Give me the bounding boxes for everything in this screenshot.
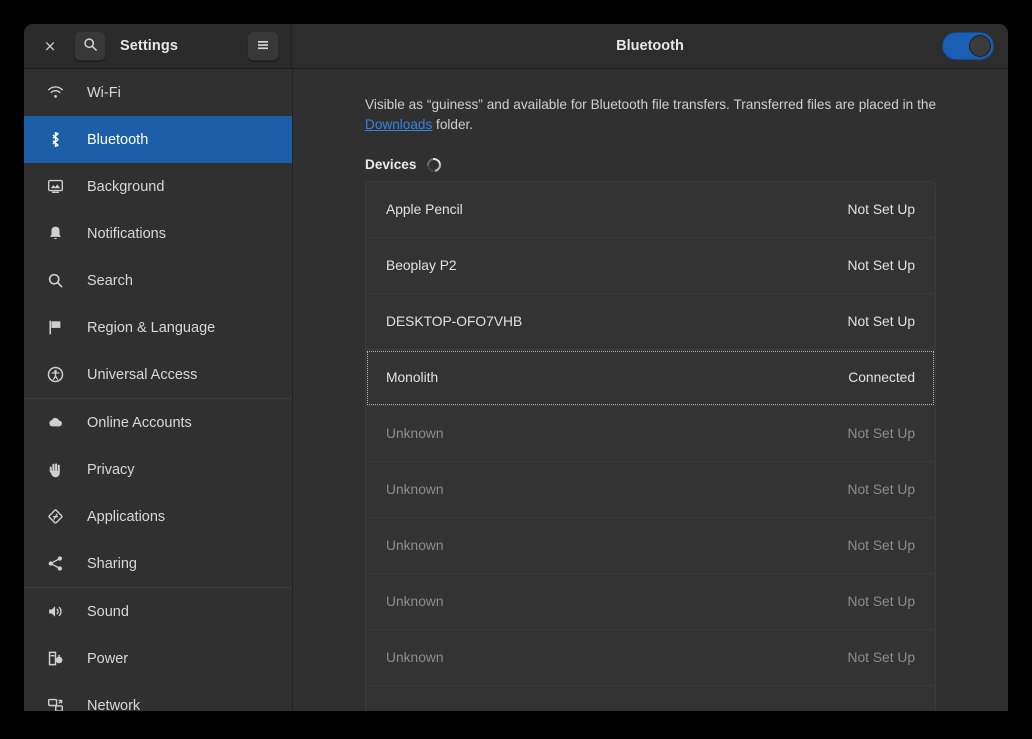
device-list: Apple Pencil Not Set Up Beoplay P2 Not Set … bbox=[365, 181, 936, 711]
toggle-knob bbox=[969, 35, 991, 57]
bluetooth-power-toggle[interactable] bbox=[942, 32, 994, 60]
settings-window: × Settings Bluetooth Wi-Fi Bluetooth Bac… bbox=[24, 24, 1008, 711]
sidebar-item-label: Online Accounts bbox=[87, 414, 192, 431]
sidebar-item-label: Search bbox=[87, 272, 133, 289]
sidebar-item-sound[interactable]: Sound bbox=[24, 588, 292, 635]
app-title: Settings bbox=[120, 38, 178, 54]
sidebar-item-label: Bluetooth bbox=[87, 131, 149, 148]
bluetooth-description: Visible as “guiness” and available for B… bbox=[365, 95, 936, 135]
loading-spinner-icon bbox=[424, 154, 445, 175]
close-icon: × bbox=[43, 36, 57, 55]
device-status: Not Set Up bbox=[847, 482, 915, 497]
device-status: Not Set Up bbox=[847, 314, 915, 329]
sidebar-item-universal-access[interactable]: Universal Access bbox=[24, 351, 292, 398]
device-name: Unknown bbox=[386, 538, 444, 553]
devices-label: Devices bbox=[365, 157, 417, 172]
sidebar-item-label: Applications bbox=[87, 508, 166, 525]
applications-icon bbox=[44, 507, 66, 527]
sidebar-item-label: Sound bbox=[87, 603, 129, 620]
device-status: Not Set Up bbox=[847, 650, 915, 665]
sidebar-item-background[interactable]: Background bbox=[24, 163, 292, 210]
hand-icon bbox=[44, 460, 66, 480]
search-icon bbox=[83, 37, 98, 55]
downloads-link[interactable]: Downloads bbox=[365, 117, 432, 132]
sidebar-item-wi-fi[interactable]: Wi-Fi bbox=[24, 69, 292, 116]
sidebar-item-privacy[interactable]: Privacy bbox=[24, 446, 292, 493]
cloud-icon bbox=[44, 413, 66, 433]
header-menu-wrap bbox=[247, 31, 291, 61]
device-row[interactable]: Unknown Not Set Up bbox=[366, 518, 935, 574]
device-row[interactable]: Apple Pencil Not Set Up bbox=[366, 182, 935, 238]
speaker-icon bbox=[44, 602, 66, 622]
header-right-section: Bluetooth bbox=[292, 24, 1008, 68]
device-row[interactable]: Beoplay P2 Not Set Up bbox=[366, 238, 935, 294]
device-status: Connected bbox=[848, 370, 915, 385]
sidebar-item-network[interactable]: Network bbox=[24, 682, 292, 711]
description-text-before: Visible as “guiness” and available for B… bbox=[365, 97, 936, 112]
hamburger-menu-icon bbox=[256, 39, 270, 54]
bluetooth-icon bbox=[44, 130, 66, 150]
main-menu-button[interactable] bbox=[247, 31, 279, 61]
sidebar-item-label: Region & Language bbox=[87, 319, 216, 336]
flag-icon bbox=[44, 318, 66, 338]
device-status: Not Set Up bbox=[847, 202, 915, 217]
sidebar-item-notifications[interactable]: Notifications bbox=[24, 210, 292, 257]
device-row[interactable]: Unknown Not Set Up bbox=[366, 630, 935, 686]
device-name: Unknown bbox=[386, 426, 444, 441]
devices-section-header: Devices bbox=[365, 154, 936, 175]
search-button[interactable] bbox=[74, 31, 106, 61]
panel-content: Visible as “guiness” and available for B… bbox=[293, 69, 1008, 711]
sidebar-item-sharing[interactable]: Sharing bbox=[24, 540, 292, 587]
device-row[interactable]: Unknown Not Set Up bbox=[366, 574, 935, 630]
device-name: Unknown bbox=[386, 650, 444, 665]
search-icon bbox=[44, 271, 66, 291]
background-icon bbox=[44, 177, 66, 197]
device-name: Unknown bbox=[386, 594, 444, 609]
device-name: Apple Pencil bbox=[386, 202, 463, 217]
sidebar-item-power[interactable]: Power bbox=[24, 635, 292, 682]
device-name: Unknown bbox=[386, 482, 444, 497]
sidebar-item-search[interactable]: Search bbox=[24, 257, 292, 304]
device-name: Monolith bbox=[386, 370, 439, 385]
bluetooth-panel: Visible as “guiness” and available for B… bbox=[293, 69, 1008, 711]
sidebar-item-label: Universal Access bbox=[87, 366, 198, 383]
sidebar-item-label: Background bbox=[87, 178, 165, 195]
wifi-icon bbox=[44, 83, 66, 103]
description-text-after: folder. bbox=[432, 117, 474, 132]
sidebar-item-bluetooth[interactable]: Bluetooth bbox=[24, 116, 292, 163]
sidebar-item-label: Wi-Fi bbox=[87, 84, 121, 101]
device-status: Not Set Up bbox=[847, 258, 915, 273]
sidebar-item-label: Power bbox=[87, 650, 129, 667]
device-row[interactable]: Unknown Not Set Up bbox=[366, 406, 935, 462]
sidebar-item-online-accounts[interactable]: Online Accounts bbox=[24, 399, 292, 446]
sidebar-item-applications[interactable]: Applications bbox=[24, 493, 292, 540]
sidebar-item-label: Privacy bbox=[87, 461, 135, 478]
accessibility-icon bbox=[44, 365, 66, 385]
device-name: DESKTOP-OFO7VHB bbox=[386, 314, 523, 329]
bell-icon bbox=[44, 224, 66, 244]
device-status: Not Set Up bbox=[847, 538, 915, 553]
close-button[interactable]: × bbox=[36, 32, 64, 60]
settings-sidebar: Wi-Fi Bluetooth Background Notifications Sea… bbox=[24, 69, 293, 711]
network-icon bbox=[44, 696, 66, 711]
sidebar-item-label: Sharing bbox=[87, 555, 137, 572]
device-row[interactable]: Unknown Not Set Up bbox=[366, 462, 935, 518]
power-battery-icon bbox=[44, 649, 66, 669]
device-row[interactable]: DESKTOP-OFO7VHB Not Set Up bbox=[366, 294, 935, 350]
header-bar: × Settings Bluetooth bbox=[24, 24, 1008, 69]
share-icon bbox=[44, 554, 66, 574]
sidebar-item-label: Network bbox=[87, 697, 141, 712]
sidebar-item-label: Notifications bbox=[87, 225, 166, 242]
window-body: Wi-Fi Bluetooth Background Notifications Sea… bbox=[24, 69, 1008, 711]
device-row[interactable]: Monolith Connected bbox=[366, 350, 935, 406]
device-row[interactable] bbox=[366, 686, 935, 711]
device-status: Not Set Up bbox=[847, 426, 915, 441]
sidebar-item-region-language[interactable]: Region & Language bbox=[24, 304, 292, 351]
device-status: Not Set Up bbox=[847, 594, 915, 609]
header-left-section: × Settings bbox=[24, 24, 292, 68]
device-name: Beoplay P2 bbox=[386, 258, 457, 273]
page-title: Bluetooth bbox=[616, 38, 684, 54]
